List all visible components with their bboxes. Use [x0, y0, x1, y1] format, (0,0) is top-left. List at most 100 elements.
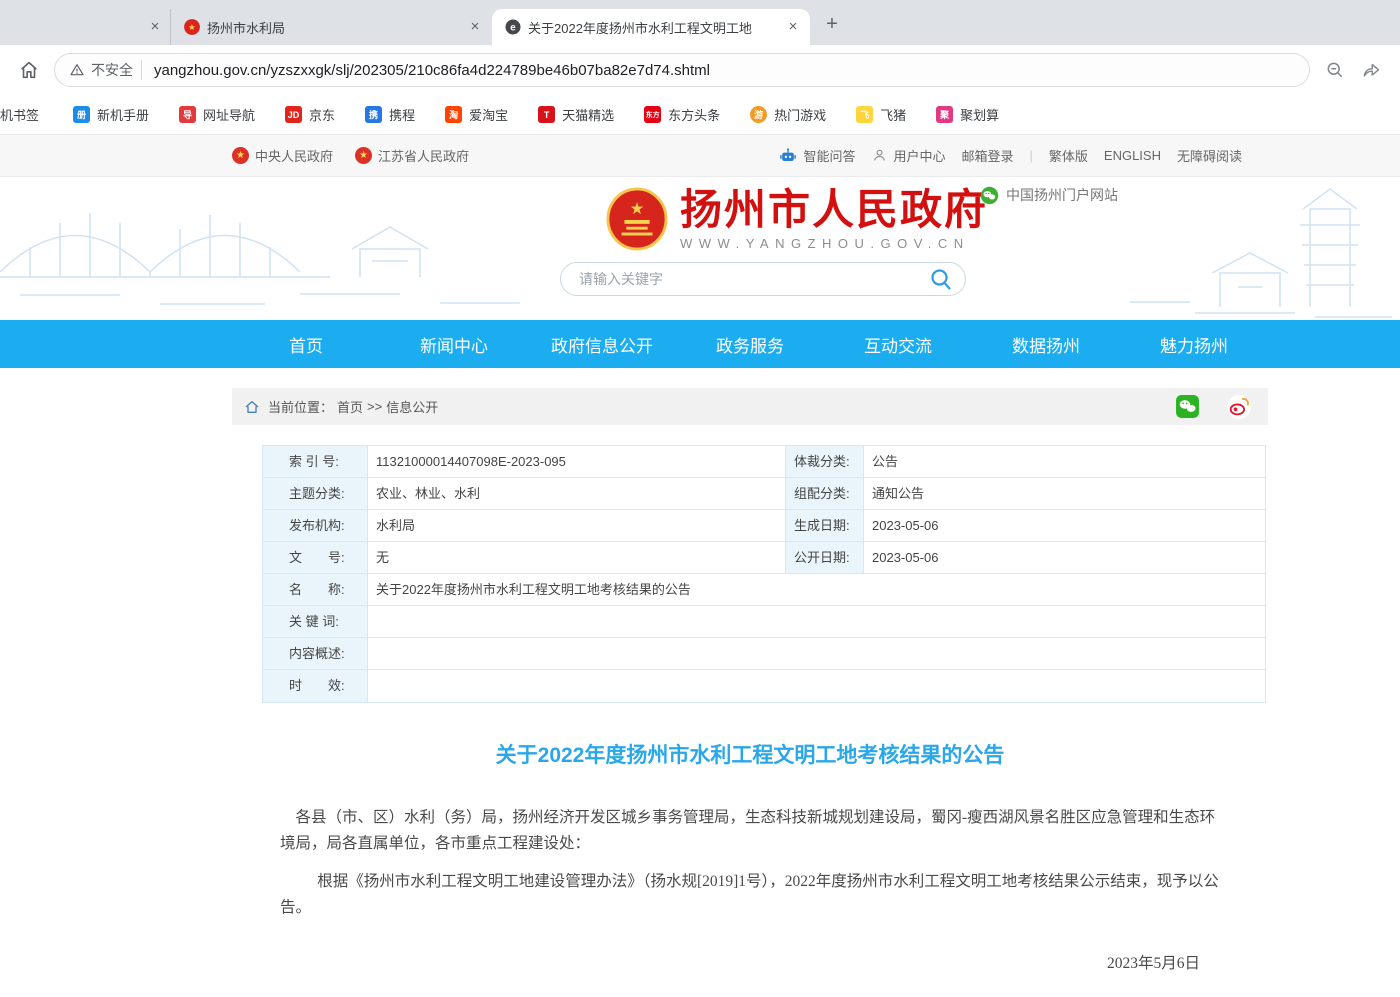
page-content: 当前位置： 首页 >> 信息公开 索 引 号: 1132100001440709… [232, 388, 1268, 997]
user-icon [871, 147, 888, 164]
bookmarks-bar: 机书签 册 新机手册 导 网址导航 JD 京东 携 携程 淘 爱淘宝 T 天猫精… [0, 95, 1400, 135]
bookmark-icon: 飞 [856, 106, 873, 123]
new-tab-button[interactable]: + [818, 11, 846, 39]
breadcrumb: 当前位置： 首页 >> 信息公开 [232, 388, 1268, 425]
gov-emblem-icon: ★ [232, 147, 249, 164]
bookmark-icon: 册 [73, 106, 90, 123]
gov-utility-bar: ★ 中央人民政府 ★ 江苏省人民政府 智能问答 用户中心 邮箱登录 | 繁体版 [0, 135, 1400, 177]
user-center-link[interactable]: 用户中心 [871, 146, 945, 165]
accessibility-link[interactable]: 无障碍阅读 [1177, 146, 1242, 165]
nav-services[interactable]: 政务服务 [676, 320, 824, 368]
english-version-link[interactable]: ENGLISH [1104, 148, 1161, 163]
meta-label: 生成日期: [786, 510, 864, 541]
national-emblem-icon: ★ [606, 187, 668, 251]
weibo-share-icon[interactable] [1226, 394, 1252, 420]
bookmark-label: 机书签 [0, 105, 39, 124]
nav-news[interactable]: 新闻中心 [380, 320, 528, 368]
nav-home[interactable]: 首页 [232, 320, 380, 368]
user-center-label: 用户中心 [893, 146, 945, 165]
close-icon[interactable]: × [784, 18, 802, 36]
bookmark-label: 天猫精选 [562, 105, 614, 124]
search-input[interactable] [579, 271, 929, 287]
bookmark-label: 热门游戏 [774, 105, 826, 124]
browser-logo-icon: e [504, 18, 522, 36]
nav-data[interactable]: 数据扬州 [972, 320, 1120, 368]
nav-charm[interactable]: 魅力扬州 [1120, 320, 1268, 368]
meta-value: 2023-05-06 [864, 510, 1265, 541]
bookmark-item[interactable]: 淘 爱淘宝 [445, 105, 508, 124]
meta-value: 农业、林业、水利 [368, 478, 786, 509]
gov-link-label: 江苏省人民政府 [378, 146, 469, 165]
meta-value: 2023-05-06 [864, 542, 1265, 573]
meta-label: 发布机构: [263, 510, 368, 541]
bookmark-icon: 东方 [644, 106, 661, 123]
meta-value: 通知公告 [864, 478, 1265, 509]
tab-yangzhou-water-bureau[interactable]: ★ 扬州市水利局 × [170, 9, 492, 45]
svg-text:★: ★ [188, 23, 195, 32]
close-icon[interactable]: × [146, 18, 164, 36]
divider: | [1030, 148, 1033, 163]
tab-title: 扬州市水利局 [207, 18, 460, 37]
meta-label: 索 引 号: [263, 446, 368, 477]
breadcrumb-current[interactable]: 信息公开 [386, 397, 438, 416]
home-icon[interactable] [14, 55, 44, 85]
bookmark-item[interactable]: 东方 东方头条 [644, 105, 720, 124]
bookmark-label: 携程 [389, 105, 415, 124]
link-jiangsu-gov[interactable]: ★ 江苏省人民政府 [355, 146, 469, 165]
nav-info-disclosure[interactable]: 政府信息公开 [528, 320, 676, 368]
bookmark-item[interactable]: 册 新机手册 [73, 105, 149, 124]
bookmark-item[interactable]: 游 热门游戏 [750, 105, 826, 124]
share-icon[interactable] [1356, 55, 1386, 85]
table-row: 名 称: 关于2022年度扬州市水利工程文明工地考核结果的公告 [263, 574, 1265, 606]
site-search [560, 262, 966, 296]
bookmark-item[interactable]: T 天猫精选 [538, 105, 614, 124]
breadcrumb-home-link[interactable]: 首页 [337, 397, 363, 416]
bookmark-label: 京东 [309, 105, 335, 124]
meta-label: 时 效: [263, 670, 368, 702]
bookmark-label: 东方头条 [668, 105, 720, 124]
gov-link-label: 中央人民政府 [255, 146, 333, 165]
wechat-share-icon[interactable] [1175, 394, 1200, 419]
meta-label: 文 号: [263, 542, 368, 573]
tab-active-announcement[interactable]: e 关于2022年度扬州市水利工程文明工地 × [492, 9, 810, 45]
meta-value [368, 638, 1265, 669]
link-central-gov[interactable]: ★ 中央人民政府 [232, 146, 333, 165]
meta-label: 体裁分类: [786, 446, 864, 477]
portal-badge[interactable]: 中国扬州门户网站 [980, 185, 1118, 205]
search-icon[interactable] [929, 267, 953, 291]
traditional-version-link[interactable]: 繁体版 [1049, 146, 1088, 165]
bookmark-item[interactable]: 飞 飞猪 [856, 105, 906, 124]
bookmark-item[interactable]: 聚 聚划算 [936, 105, 999, 124]
site-logo[interactable]: ★ 扬州市人民政府 WWW.YANGZHOU.GOV.CN [606, 187, 988, 251]
close-icon[interactable]: × [466, 18, 484, 36]
meta-label: 组配分类: [786, 478, 864, 509]
bookmark-item[interactable]: 携 携程 [365, 105, 415, 124]
table-row: 发布机构: 水利局 生成日期: 2023-05-06 [263, 510, 1265, 542]
tab-title: 关于2022年度扬州市水利工程文明工地 [528, 18, 778, 37]
mail-login-link[interactable]: 邮箱登录 [961, 146, 1013, 165]
smart-qa-link[interactable]: 智能问答 [778, 146, 855, 166]
bookmark-label: 飞猪 [880, 105, 906, 124]
breadcrumb-prefix: 当前位置： [268, 397, 333, 416]
meta-label: 名 称: [263, 574, 368, 605]
tab-partial[interactable]: × [0, 9, 170, 45]
browser-tab-bar: × ★ 扬州市水利局 × e 关于2022年度扬州市水利工程文明工地 × + [0, 0, 1400, 45]
bookmark-item[interactable]: 机书签 [0, 105, 39, 124]
gov-emblem-favicon: ★ [183, 18, 201, 36]
bookmark-item[interactable]: JD 京东 [285, 105, 335, 124]
url-text[interactable]: yangzhou.gov.cn/yzszxxgk/slj/202305/210c… [154, 62, 710, 79]
home-icon [244, 399, 260, 415]
address-bar[interactable]: 不安全 yangzhou.gov.cn/yzszxxgk/slj/202305/… [54, 53, 1310, 87]
nav-interaction[interactable]: 互动交流 [824, 320, 972, 368]
table-row: 关 键 词: [263, 606, 1265, 638]
meta-value: 水利局 [368, 510, 786, 541]
portal-label: 中国扬州门户网站 [1006, 185, 1118, 205]
bookmark-icon: 携 [365, 106, 382, 123]
article-title: 关于2022年度扬州市水利工程文明工地考核结果的公告 [267, 739, 1233, 769]
zoom-out-icon[interactable] [1320, 55, 1350, 85]
meta-value [368, 606, 1265, 637]
wechat-globe-icon [980, 186, 999, 205]
divider [141, 60, 142, 80]
bookmark-item[interactable]: 导 网址导航 [179, 105, 255, 124]
meta-value: 公告 [864, 446, 1265, 477]
